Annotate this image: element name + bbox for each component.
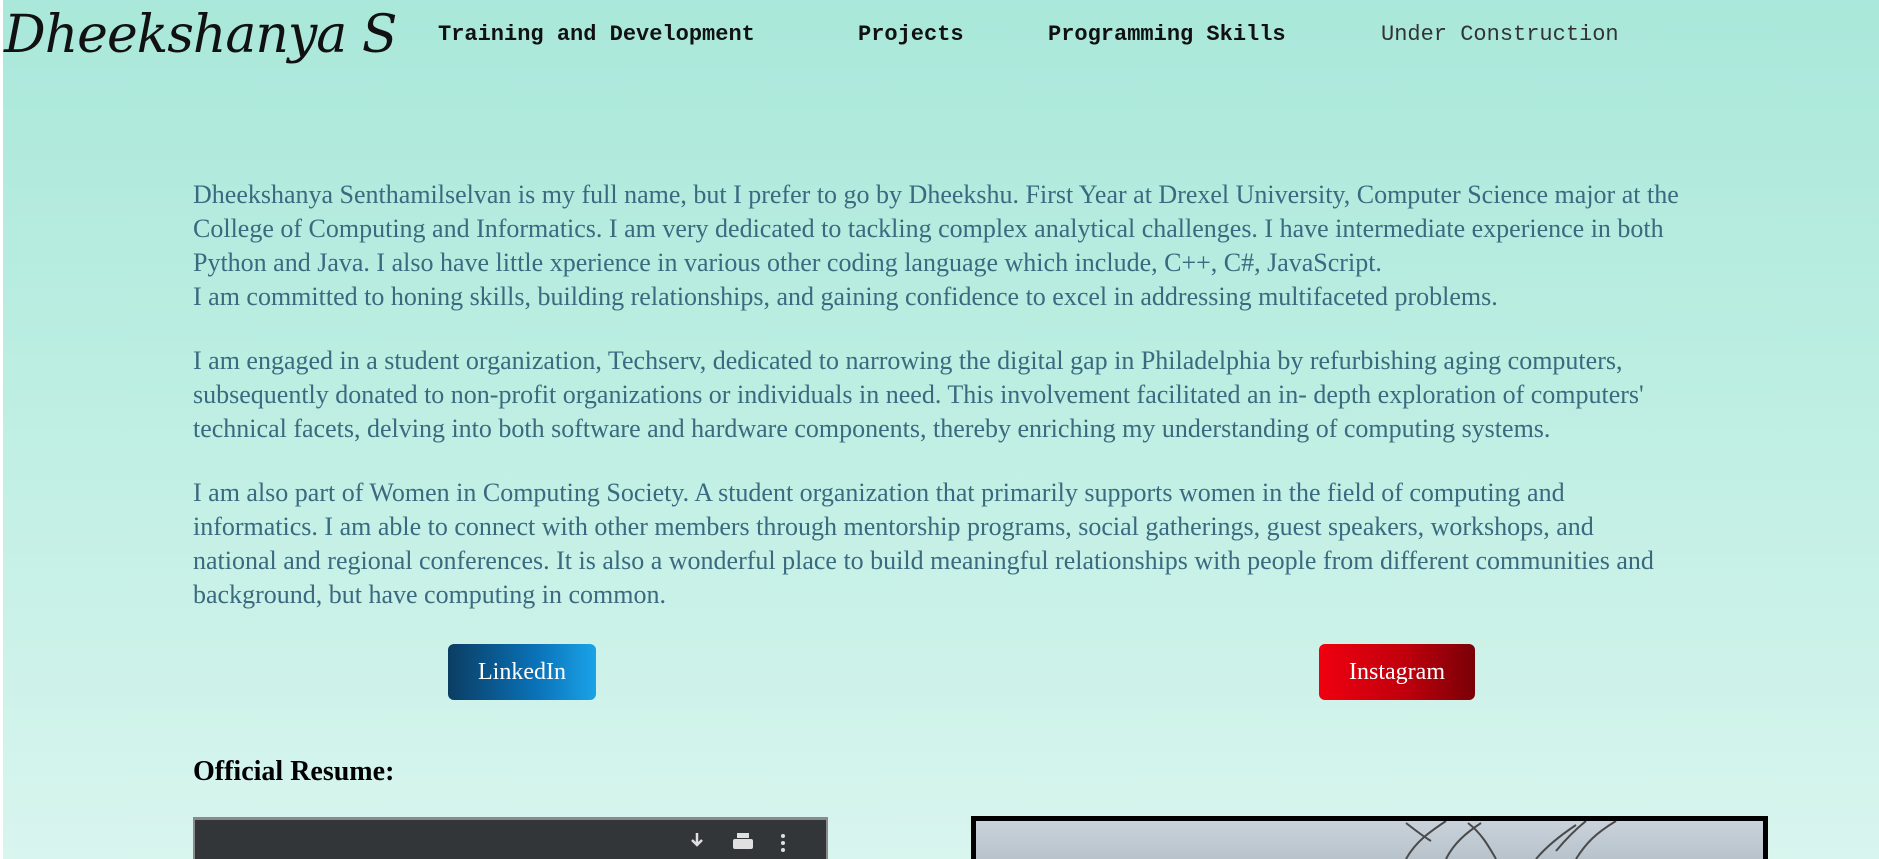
- about-paragraph-1: Dheekshanya Senthamilselvan is my full n…: [193, 178, 1849, 314]
- about-p3-line: national and regional conferences. It is…: [193, 546, 1654, 575]
- resume-heading: Official Resume:: [193, 756, 395, 787]
- print-icon[interactable]: [732, 832, 754, 855]
- nav-training-and-development[interactable]: Training and Development: [438, 20, 755, 50]
- about-p1-line: Python and Java. I also have little xper…: [193, 248, 1382, 277]
- left-edge-strip: [0, 0, 3, 859]
- tree-branches-image: [1405, 821, 1617, 859]
- instagram-button[interactable]: Instagram: [1319, 644, 1475, 700]
- about-p3-line: background, but have computing in common…: [193, 580, 666, 609]
- site-logo[interactable]: Dheekshanya S: [4, 2, 397, 68]
- nav-under-construction[interactable]: Under Construction: [1381, 20, 1619, 50]
- about-section: Dheekshanya Senthamilselvan is my full n…: [193, 178, 1849, 642]
- linkedin-button[interactable]: LinkedIn: [448, 644, 596, 700]
- more-options-icon[interactable]: [780, 832, 786, 855]
- resume-pdf-viewer[interactable]: [193, 817, 828, 859]
- about-p2-line: I am engaged in a student organization, …: [193, 346, 1623, 375]
- about-paragraph-2: I am engaged in a student organization, …: [193, 344, 1849, 446]
- nav-programming-skills[interactable]: Programming Skills: [1048, 20, 1286, 50]
- about-p3-line: I am also part of Women in Computing Soc…: [193, 478, 1565, 507]
- about-p1-line: Dheekshanya Senthamilselvan is my full n…: [193, 180, 1679, 209]
- about-p2-line: technical facets, delving into both soft…: [193, 414, 1551, 443]
- about-p1-line: College of Computing and Informatics. I …: [193, 214, 1664, 243]
- download-icon[interactable]: [688, 832, 706, 855]
- about-p1-line: I am committed to honing skills, buildin…: [193, 282, 1498, 311]
- profile-photo: [971, 816, 1768, 859]
- nav-projects[interactable]: Projects: [858, 20, 964, 50]
- pdf-toolbar: [688, 832, 786, 855]
- about-p3-line: informatics. I am able to connect with o…: [193, 512, 1594, 541]
- about-paragraph-3: I am also part of Women in Computing Soc…: [193, 476, 1849, 612]
- about-p2-line: subsequently donated to non-profit organ…: [193, 380, 1644, 409]
